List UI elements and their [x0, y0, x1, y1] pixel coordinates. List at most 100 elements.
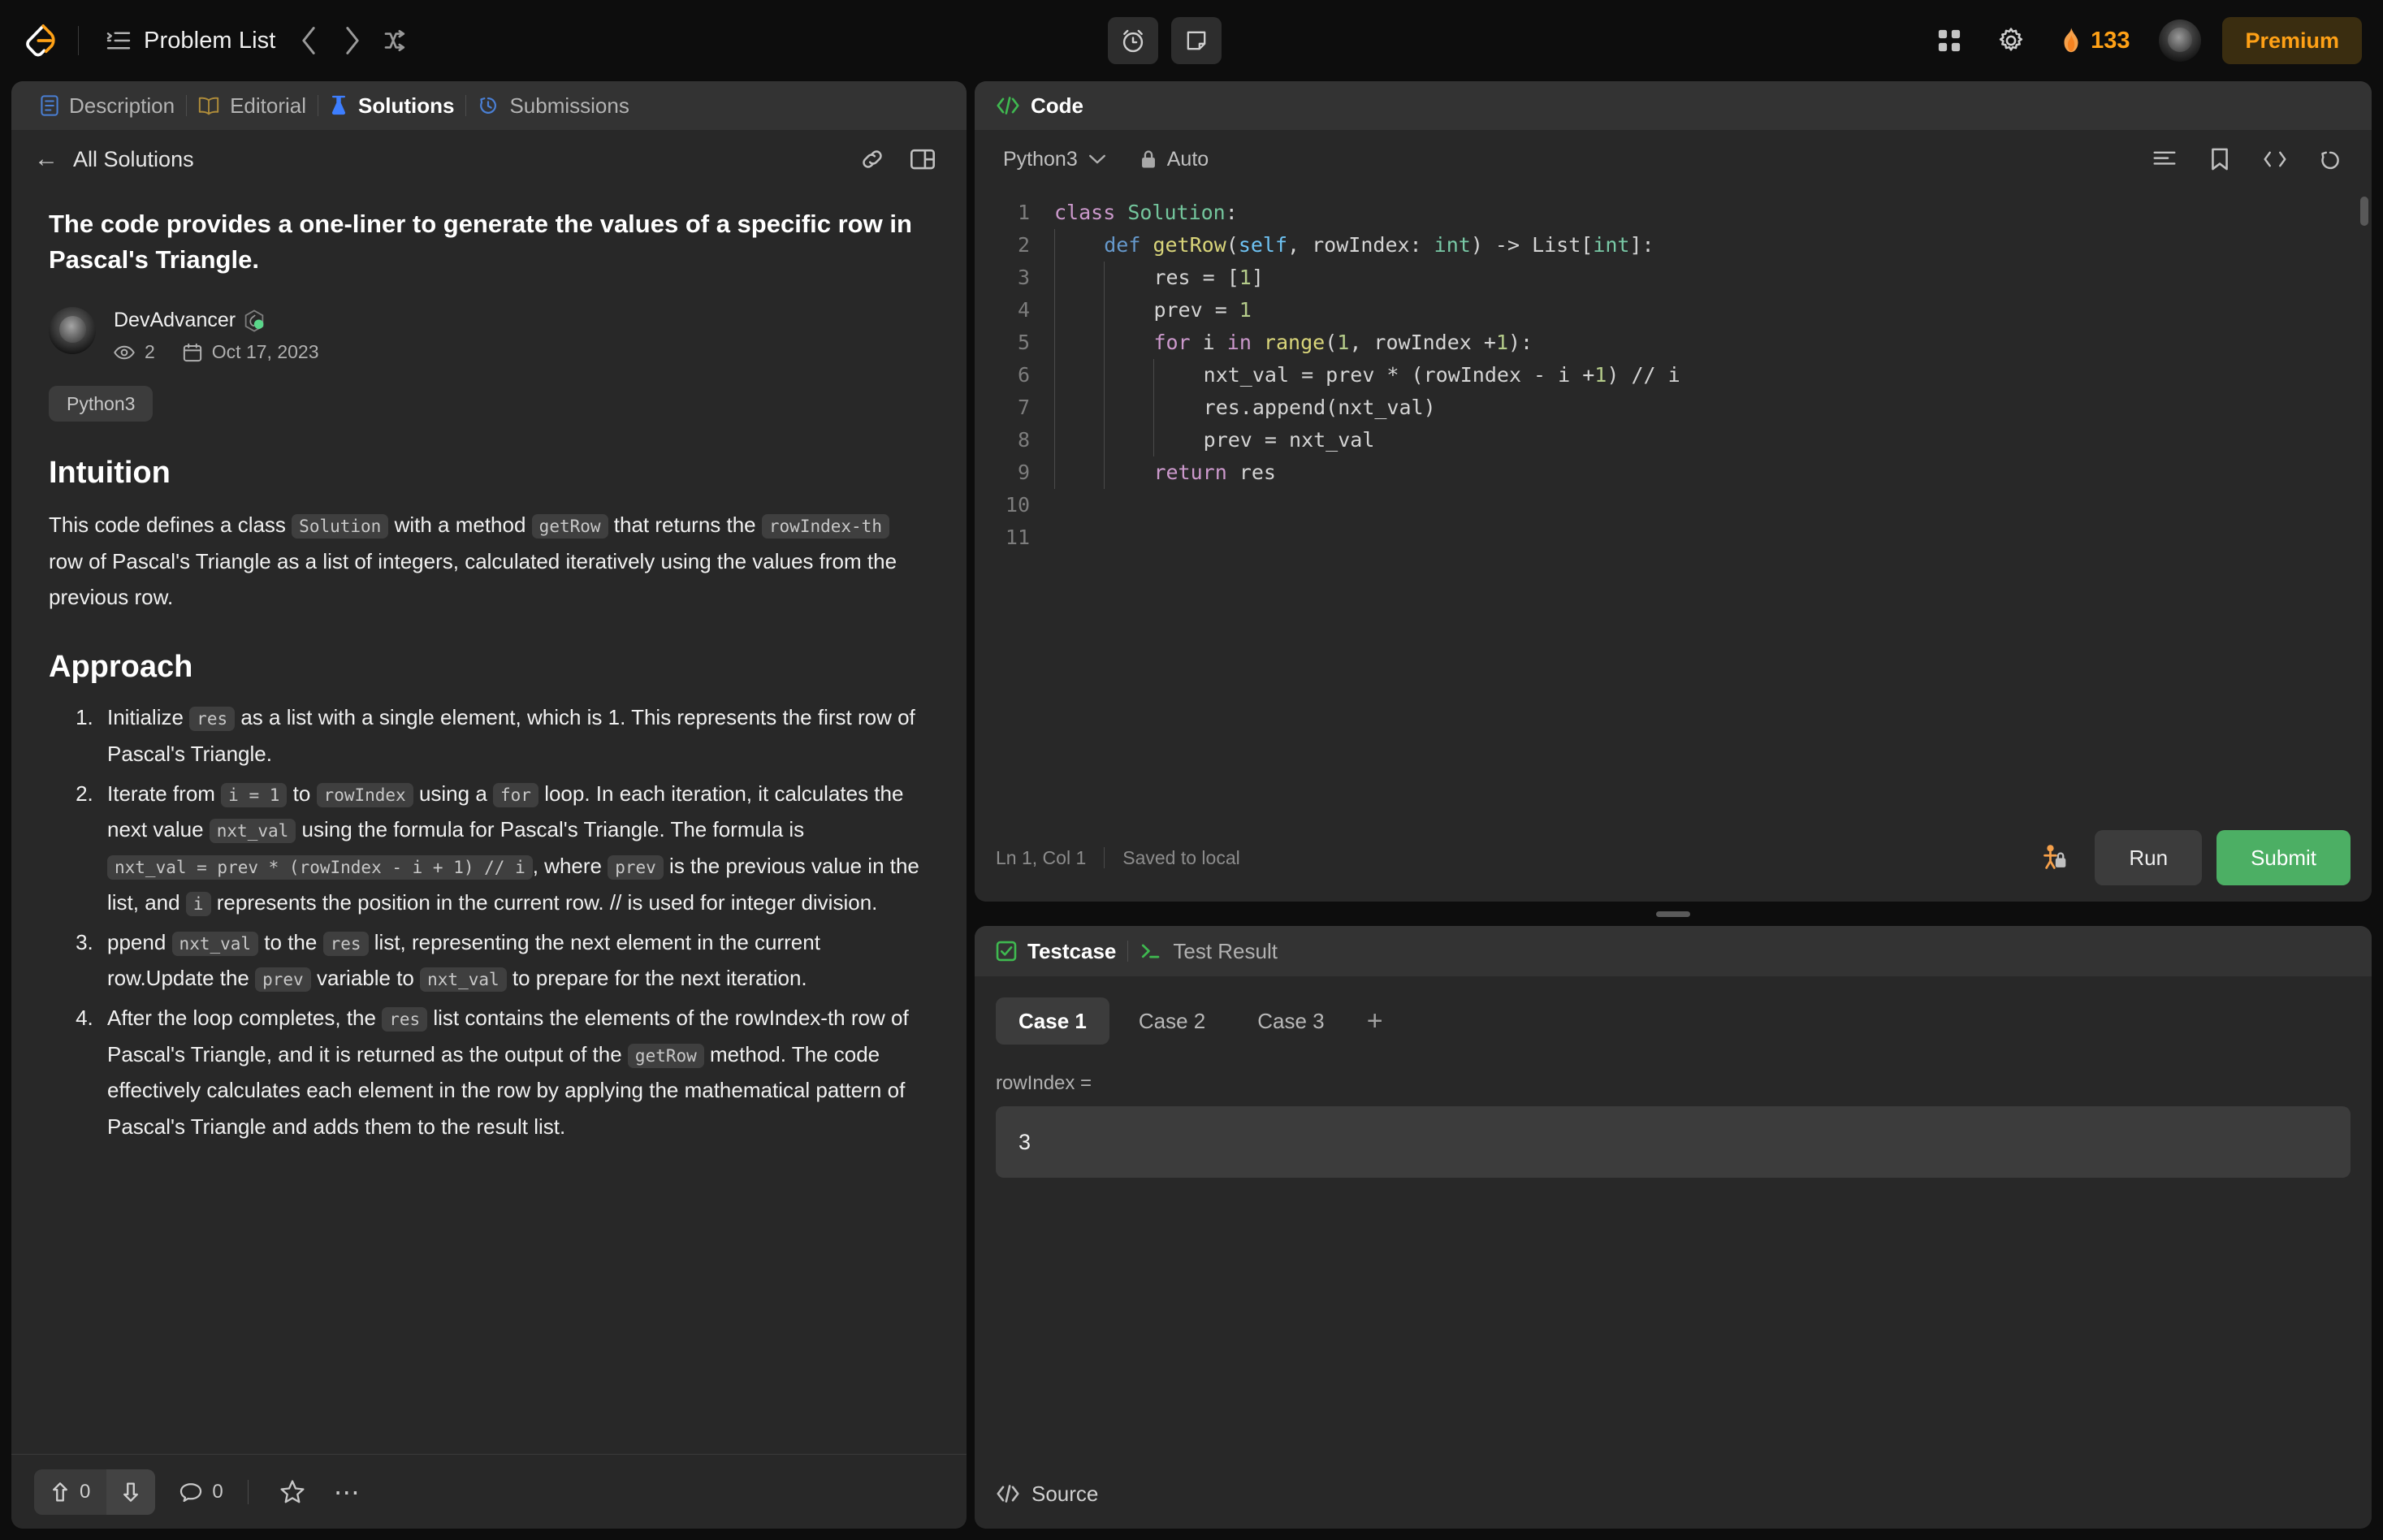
run-button[interactable]: Run [2095, 830, 2203, 885]
back-arrow-icon: ← [34, 145, 58, 172]
code-text: nxt_val = prev * (rowIndex - i +1) // i [1049, 359, 1680, 391]
indent-guide [1104, 294, 1153, 327]
star-icon[interactable] [273, 1473, 312, 1512]
param-value-input[interactable]: 3 [996, 1106, 2351, 1178]
code-token: , rowIndex: [1287, 233, 1434, 257]
item2-text-b: to [292, 781, 311, 806]
comments-button[interactable]: 0 [179, 1481, 223, 1503]
tab-submissions[interactable]: Submissions [466, 81, 640, 130]
nav-right-group: 133 Premium [1913, 17, 2362, 64]
more-options-icon[interactable]: ⋯ [328, 1473, 367, 1512]
comment-bubble-icon [179, 1482, 202, 1503]
case-tab-1[interactable]: Case 1 [996, 997, 1109, 1045]
code-tabbar: Code [975, 81, 2372, 130]
fullscreen-code-icon[interactable] [2255, 139, 2295, 180]
code-line: 3 res = [1] [975, 262, 2372, 294]
indent-guide [1054, 262, 1104, 294]
downvote-arrow-icon [121, 1482, 141, 1503]
language-selector[interactable]: Python3 [996, 144, 1114, 175]
indent-guide [1054, 359, 1104, 391]
author-name[interactable]: DevAdvancer [114, 309, 236, 332]
tab-solutions[interactable]: Solutions [318, 81, 465, 130]
language-tag[interactable]: Python3 [49, 386, 154, 422]
item2-text-e: using the formula for Pascal's Triangle.… [301, 817, 805, 842]
item3-text-a: ppend [107, 929, 167, 954]
add-case-icon[interactable]: + [1354, 1000, 1396, 1042]
code-line: 4 prev = 1 [975, 294, 2372, 327]
testcase-body: Case 1 Case 2 Case 3 + rowIndex = 3 [975, 976, 2372, 1459]
code-lines: 1 class Solution: 2 def getRow(self, rowIn… [975, 197, 2372, 554]
tab-testcase[interactable]: Testcase [996, 939, 1116, 964]
line-number: 2 [1017, 233, 1030, 257]
avatar[interactable] [2159, 19, 2202, 62]
code-token: def [1104, 233, 1153, 257]
approach-heading: Approach [49, 650, 193, 685]
list-item: Iterate from i = 1 to rowIndex using a f… [99, 776, 929, 921]
case-tab-2[interactable]: Case 2 [1116, 997, 1228, 1045]
gear-icon[interactable] [1986, 17, 2036, 64]
back-to-all-solutions-button[interactable]: ← All Solutions [34, 147, 194, 172]
copy-link-icon[interactable] [851, 138, 893, 180]
auto-label: Auto [1166, 147, 1209, 171]
code-token: getRow [1153, 233, 1226, 257]
next-problem-button[interactable] [334, 22, 371, 59]
timer-button[interactable] [1108, 17, 1159, 64]
param-label: rowIndex = [996, 1072, 1092, 1094]
tab-test-result[interactable]: Test Result [1140, 939, 1278, 964]
left-panel-tabbar: Description Editorial Solutions Submissi… [11, 81, 967, 130]
date-value: Oct 17, 2023 [211, 341, 319, 363]
leetcode-logo-icon[interactable] [21, 22, 58, 59]
indent-guide [1104, 327, 1153, 359]
indent-guide [1104, 424, 1153, 456]
upvote-button[interactable]: 0 [34, 1469, 106, 1515]
bookmark-icon[interactable] [2199, 139, 2240, 180]
format-code-icon[interactable] [2144, 139, 2185, 180]
prev-problem-button[interactable] [290, 22, 327, 59]
case-tab-3[interactable]: Case 3 [1235, 997, 1347, 1045]
source-label[interactable]: Source [1031, 1482, 1098, 1507]
code-token: 1 [1495, 331, 1508, 354]
code-getrow: getRow [531, 514, 608, 539]
code-editor[interactable]: 1 class Solution: 2 def getRow(self, rowIn… [975, 188, 2372, 814]
problem-list-button[interactable]: Problem List [98, 23, 283, 59]
code-res: res [382, 1006, 428, 1032]
item1-text-a: Initialize [107, 705, 184, 730]
author-avatar[interactable] [49, 307, 96, 355]
code-rowindex-th: rowIndex-th [761, 514, 889, 539]
premium-button[interactable]: Premium [2222, 17, 2362, 64]
tab-description-label: Description [69, 93, 175, 118]
back-label: All Solutions [73, 146, 194, 171]
approach-list: Initialize res as a list with a single e… [49, 699, 929, 1145]
tab-editorial[interactable]: Editorial [187, 81, 318, 130]
apps-grid-icon[interactable] [1924, 17, 1974, 64]
solutions-panel: Description Editorial Solutions Submissi… [11, 81, 967, 1529]
code-line: 10 [975, 489, 2372, 521]
debug-lock-icon[interactable] [2033, 836, 2077, 880]
editor-toolbar: Python3 Auto [975, 130, 2372, 188]
code-formula: nxt_val = prev * (rowIndex - i + 1) // i [107, 855, 533, 880]
notes-button[interactable] [1171, 17, 1222, 64]
code-token: int [1434, 233, 1471, 257]
shuffle-problem-button[interactable] [378, 21, 417, 60]
layout-toggle-icon[interactable] [902, 138, 944, 180]
submit-button[interactable]: Submit [2216, 830, 2351, 885]
top-navigation-bar: Problem List 133 Premium [0, 0, 2383, 81]
panel-resize-handle[interactable] [975, 910, 2372, 918]
code-solution: Solution [292, 514, 389, 539]
downvote-button[interactable] [106, 1469, 156, 1515]
code-nxt-val: nxt_val [420, 967, 507, 993]
code-text: return res [1049, 456, 1276, 489]
eye-icon [114, 344, 135, 361]
editor-scrollbar[interactable] [2360, 197, 2368, 226]
testcase-check-icon [996, 941, 1017, 962]
reset-code-icon[interactable] [2310, 139, 2351, 180]
streak-counter[interactable]: 133 [2054, 24, 2136, 58]
auto-sync-toggle[interactable]: Auto [1140, 148, 1209, 171]
nav-divider [78, 26, 79, 55]
indent-guide [1153, 424, 1203, 456]
list-item: ppend nxt_val to the res list, represent… [99, 924, 929, 997]
code-token: 1 [1239, 266, 1252, 289]
code-rowindex: rowIndex [316, 782, 413, 807]
tab-description[interactable]: Description [29, 81, 186, 130]
indent-guide [1054, 327, 1104, 359]
